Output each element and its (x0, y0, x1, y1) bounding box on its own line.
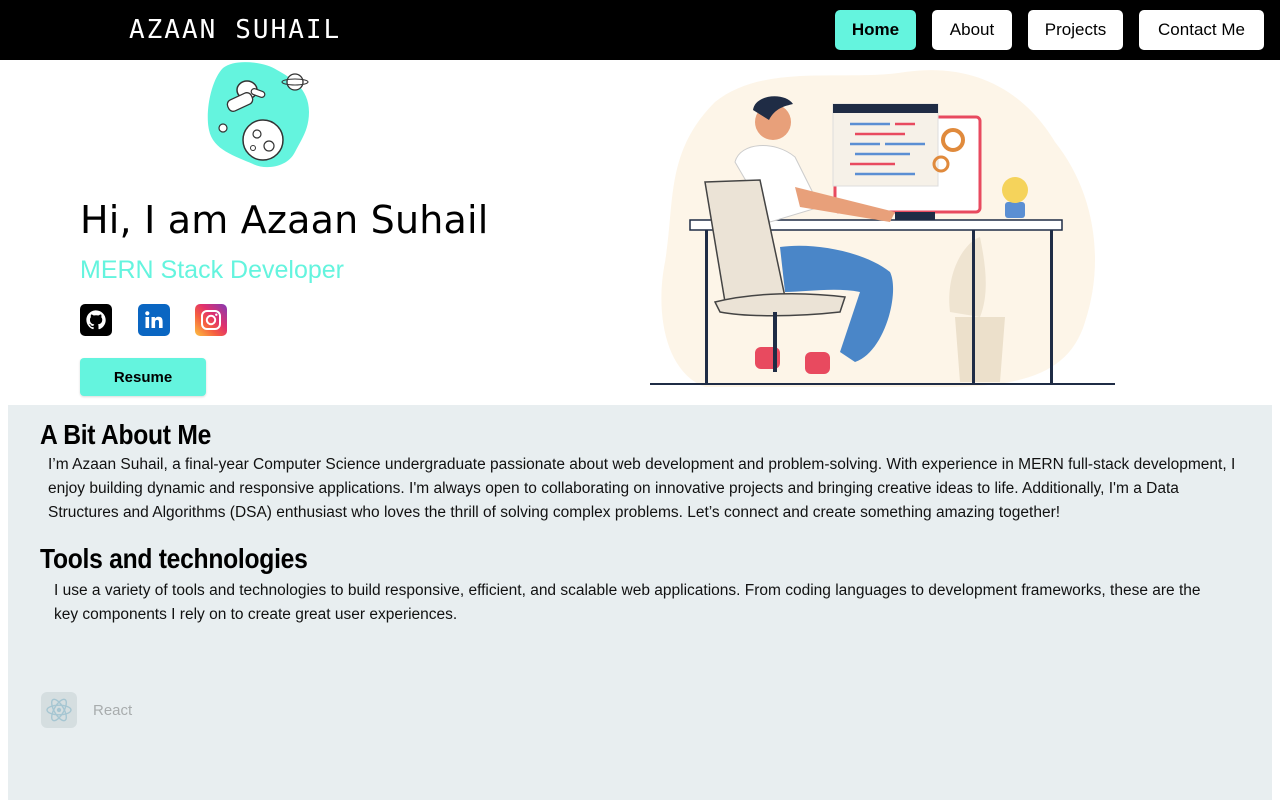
react-icon (41, 692, 77, 728)
brand-first-name: AZAAN (129, 15, 218, 45)
tools-heading: Tools and technologies (40, 543, 308, 574)
nav-contact-button[interactable]: Contact Me (1139, 10, 1264, 50)
brand-last-name: SUHAIL (235, 15, 342, 45)
navbar: AZAAN SUHAIL Home About Projects Contact… (0, 0, 1280, 60)
nav-home-button[interactable]: Home (835, 10, 916, 50)
nav-projects-button[interactable]: Projects (1028, 10, 1123, 50)
developer-desk-illustration (650, 70, 1115, 387)
tools-paragraph: I use a variety of tools and technologie… (54, 582, 1201, 623)
resume-button[interactable]: Resume (80, 358, 206, 396)
nav-about-button[interactable]: About (932, 10, 1012, 50)
hero-title: Hi, I am Azaan Suhail (80, 198, 489, 242)
astronaut-illustration (207, 62, 309, 168)
hero-subtitle: MERN Stack Developer (80, 256, 344, 284)
tech-label-react: React (93, 701, 133, 719)
about-heading: A Bit About Me (40, 419, 212, 450)
instagram-icon[interactable] (195, 304, 227, 336)
tech-item-react: React (41, 692, 132, 728)
brand-logo[interactable]: AZAAN SUHAIL (129, 15, 341, 45)
about-section: A Bit About Me I’m Azaan Suhail, a final… (8, 405, 1272, 800)
linkedin-icon[interactable] (138, 304, 170, 336)
about-paragraph: I’m Azaan Suhail, a final-year Computer … (48, 456, 1236, 521)
github-icon[interactable] (80, 304, 112, 336)
